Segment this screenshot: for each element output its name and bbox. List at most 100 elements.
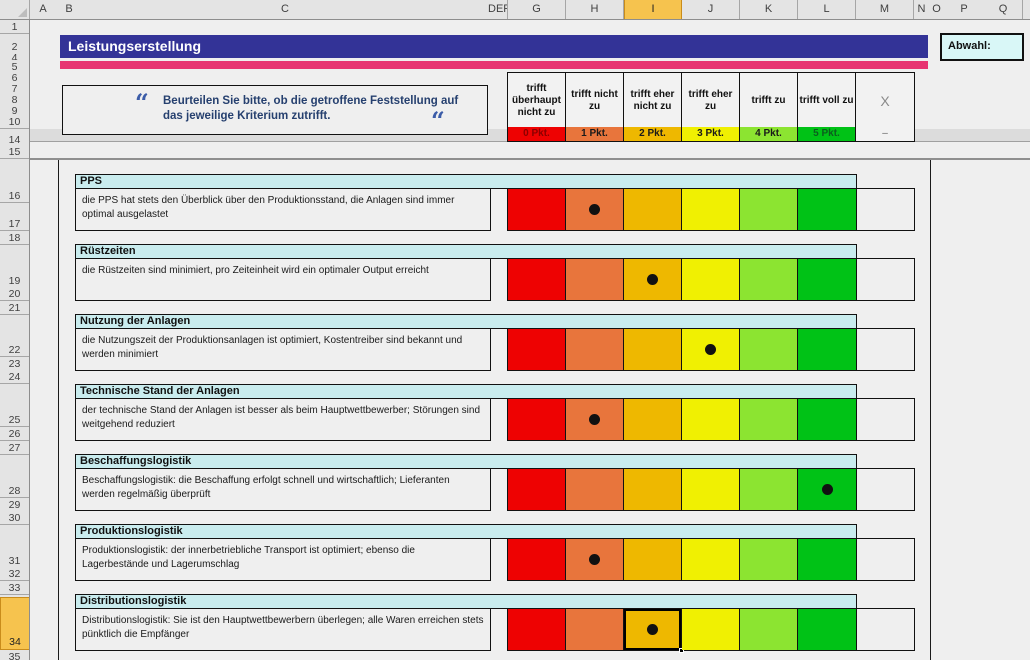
rating-cell-2pkt[interactable]	[624, 469, 682, 510]
row-header-17[interactable]: 17	[0, 217, 29, 231]
row-header-27[interactable]: 27	[0, 441, 29, 455]
na-cell[interactable]	[856, 398, 915, 441]
column-header-k[interactable]: K	[740, 0, 798, 19]
rating-cell-5pkt[interactable]	[798, 609, 856, 650]
rating-cell-0pkt[interactable]	[508, 189, 566, 230]
rating-cell-4pkt[interactable]	[740, 329, 798, 370]
rating-cell-4pkt[interactable]	[740, 189, 798, 230]
rating-cell-2pkt[interactable]	[624, 539, 682, 580]
rating-cell-1pkt[interactable]	[566, 609, 624, 650]
rating-cell-3pkt[interactable]	[682, 259, 740, 300]
rating-cell-5pkt[interactable]	[798, 469, 856, 510]
abwahl-box[interactable]: Abwahl:	[940, 33, 1024, 61]
na-cell[interactable]	[856, 608, 915, 651]
rating-cell-4pkt[interactable]	[740, 399, 798, 440]
criterion-statement: die Rüstzeiten sind minimiert, pro Zeite…	[75, 258, 491, 301]
row-header-34[interactable]: 34	[0, 597, 29, 650]
rating-cell-3pkt[interactable]	[682, 189, 740, 230]
row-header-10[interactable]: 10	[0, 115, 29, 129]
rating-row	[507, 258, 857, 301]
rating-cell-0pkt[interactable]	[508, 399, 566, 440]
row-header-22[interactable]: 22	[0, 343, 29, 357]
na-cell[interactable]	[856, 538, 915, 581]
rating-cell-5pkt[interactable]	[798, 399, 856, 440]
rating-cell-2pkt[interactable]	[624, 189, 682, 230]
na-cell[interactable]	[856, 188, 915, 231]
na-cell[interactable]	[856, 258, 915, 301]
row-header-33[interactable]: 33	[0, 581, 29, 595]
category-bar: Beschaffungslogistik	[75, 454, 857, 469]
rating-cell-2pkt[interactable]	[624, 399, 682, 440]
rating-cell-4pkt[interactable]	[740, 539, 798, 580]
na-cell[interactable]	[856, 328, 915, 371]
excel-window: Leistungserstellung Abwahl: “ Beurteilen…	[0, 0, 1030, 660]
rating-cell-1pkt[interactable]	[566, 259, 624, 300]
row-header-16[interactable]: 16	[0, 189, 29, 203]
rating-cell-4pkt[interactable]	[740, 609, 798, 650]
row-header-30[interactable]: 30	[0, 511, 29, 525]
row-header-25[interactable]: 25	[0, 413, 29, 427]
column-header-bar: ABCDEFGHIJKLMNOPQ	[0, 0, 1030, 20]
column-header-o[interactable]: O	[929, 0, 945, 19]
rating-cell-5pkt[interactable]	[798, 539, 856, 580]
rating-cell-2pkt[interactable]	[624, 609, 682, 650]
column-header-def[interactable]: DEF	[488, 0, 508, 19]
rating-cell-2pkt[interactable]	[624, 259, 682, 300]
row-header-1[interactable]: 1	[0, 20, 29, 34]
row-header-23[interactable]: 23	[0, 357, 29, 371]
row-header-18[interactable]: 18	[0, 231, 29, 245]
rating-cell-1pkt[interactable]	[566, 399, 624, 440]
row-header-32[interactable]: 32	[0, 567, 29, 581]
column-header-a[interactable]: A	[30, 0, 57, 19]
column-header-n[interactable]: N	[914, 0, 930, 19]
column-header-p[interactable]: P	[944, 0, 985, 19]
column-header-j[interactable]: J	[682, 0, 740, 19]
row-header-35[interactable]: 35	[0, 650, 29, 660]
rating-cell-0pkt[interactable]	[508, 329, 566, 370]
rating-cell-1pkt[interactable]	[566, 189, 624, 230]
rating-cell-1pkt[interactable]	[566, 469, 624, 510]
na-cell[interactable]	[856, 468, 915, 511]
rating-cell-0pkt[interactable]	[508, 469, 566, 510]
column-header-g[interactable]: G	[508, 0, 566, 19]
row-header-31[interactable]: 31	[0, 554, 29, 568]
select-all-corner[interactable]	[0, 0, 30, 19]
rating-cell-5pkt[interactable]	[798, 329, 856, 370]
rating-cell-4pkt[interactable]	[740, 469, 798, 510]
rating-cell-0pkt[interactable]	[508, 609, 566, 650]
row-header-24[interactable]: 24	[0, 370, 29, 384]
column-header-q[interactable]: Q	[984, 0, 1023, 19]
scale-points-0: 0 Pkt.	[508, 127, 566, 141]
row-header-20[interactable]: 20	[0, 287, 29, 301]
scale-header-5: trifft voll zu	[798, 73, 856, 128]
column-header-h[interactable]: H	[566, 0, 624, 19]
column-header-b[interactable]: B	[56, 0, 83, 19]
row-header-15[interactable]: 15	[0, 145, 29, 159]
rating-dot	[705, 344, 716, 355]
rating-cell-1pkt[interactable]	[566, 329, 624, 370]
rating-cell-5pkt[interactable]	[798, 259, 856, 300]
rating-cell-0pkt[interactable]	[508, 539, 566, 580]
quote-open-icon: “	[135, 96, 149, 110]
rating-cell-3pkt[interactable]	[682, 609, 740, 650]
rating-cell-5pkt[interactable]	[798, 189, 856, 230]
rating-cell-4pkt[interactable]	[740, 259, 798, 300]
column-header-l[interactable]: L	[798, 0, 856, 19]
row-header-26[interactable]: 26	[0, 427, 29, 441]
rating-cell-0pkt[interactable]	[508, 259, 566, 300]
row-header-29[interactable]: 29	[0, 498, 29, 512]
column-header-c[interactable]: C	[82, 0, 489, 19]
category-bar: Nutzung der Anlagen	[75, 314, 857, 329]
row-header-28[interactable]: 28	[0, 484, 29, 498]
row-header-19[interactable]: 19	[0, 274, 29, 288]
category-bar: Produktionslogistik	[75, 524, 857, 539]
rating-cell-3pkt[interactable]	[682, 399, 740, 440]
column-header-m[interactable]: M	[856, 0, 914, 19]
rating-cell-1pkt[interactable]	[566, 539, 624, 580]
column-header-i[interactable]: I	[624, 0, 682, 19]
row-header-21[interactable]: 21	[0, 301, 29, 315]
rating-cell-3pkt[interactable]	[682, 539, 740, 580]
rating-cell-2pkt[interactable]	[624, 329, 682, 370]
rating-cell-3pkt[interactable]	[682, 329, 740, 370]
rating-cell-3pkt[interactable]	[682, 469, 740, 510]
